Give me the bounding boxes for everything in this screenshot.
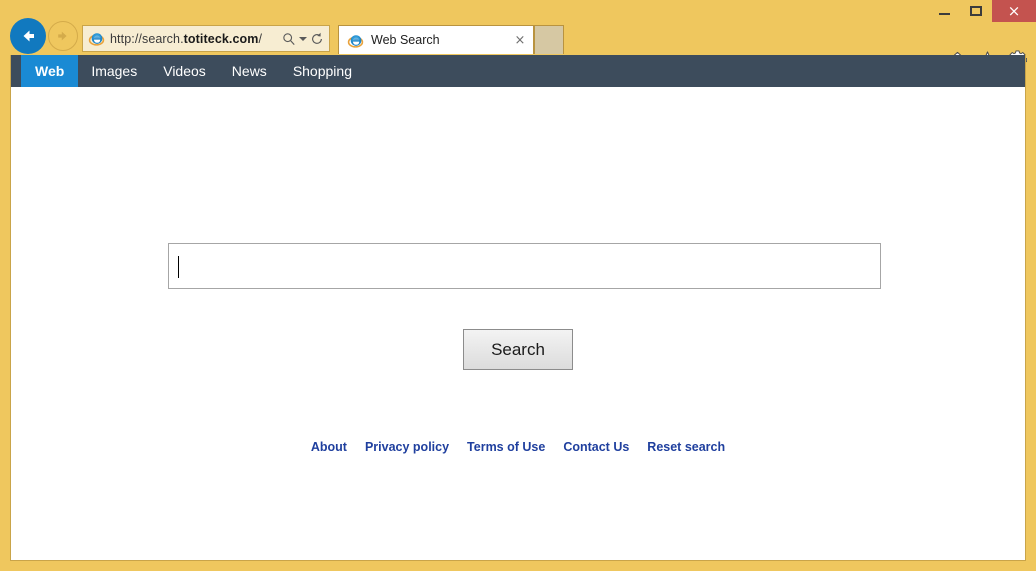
site-nav-item-shopping[interactable]: Shopping [280,55,365,87]
footer-link-reset-search[interactable]: Reset search [647,440,725,454]
site-nav-label: Images [91,63,138,79]
browser-toolbar: http://search.totiteck.com/ Web Search × [0,18,1036,69]
search-button[interactable]: Search [463,329,573,370]
tab-close-icon[interactable]: × [513,33,527,48]
chevron-down-icon [299,36,307,41]
search-input-container[interactable] [168,243,881,289]
ie-logo-icon [88,33,105,46]
address-scheme: http://search. [110,31,184,46]
site-nav-item-web[interactable]: Web [21,55,79,87]
minimize-button[interactable] [928,0,960,22]
site-nav-label: Web [35,63,65,79]
address-domain: totiteck.com [183,31,259,46]
address-dropdown-button[interactable] [297,28,309,50]
footer-link-terms-of-use[interactable]: Terms of Use [467,440,545,454]
footer-link-about[interactable]: About [311,440,347,454]
text-cursor [178,256,179,278]
site-nav-label: News [231,63,267,79]
site-navigation-bar: Web Images Videos News Shopping [11,55,1025,87]
maximize-button[interactable] [960,0,992,22]
footer-link-contact-us[interactable]: Contact Us [563,440,629,454]
address-text: http://search.totiteck.com/ [110,32,281,46]
search-input[interactable] [179,257,870,275]
site-nav-item-images[interactable]: Images [78,55,150,87]
tab-favicon-ie-icon [347,34,364,48]
magnifier-icon [283,32,295,45]
address-bar[interactable]: http://search.totiteck.com/ [82,25,330,52]
site-nav-label: Videos [163,63,206,79]
new-tab-button[interactable] [534,25,564,54]
window-controls: × [928,0,1036,22]
search-page-body: Search About Privacy policy Terms of Use… [11,87,1025,560]
browser-window: × http://search.totiteck.com/ Web Search… [0,0,1036,571]
address-search-icon[interactable] [281,28,297,50]
minimize-icon [938,13,950,15]
footer-links: About Privacy policy Terms of Use Contac… [11,440,1025,454]
forward-arrow-icon [58,31,67,41]
close-icon: × [1007,1,1021,20]
close-button[interactable]: × [992,0,1036,22]
address-path: / [258,31,263,46]
maximize-icon [970,6,982,16]
site-nav-item-videos[interactable]: Videos [150,55,219,87]
page-content-frame: Web Images Videos News Shopping Search A… [10,55,1026,561]
back-arrow-icon [23,30,34,42]
site-nav-label: Shopping [292,63,352,79]
tab-web-search[interactable]: Web Search × [338,25,534,54]
tab-strip: Web Search × [338,25,564,54]
footer-link-privacy-policy[interactable]: Privacy policy [365,440,449,454]
refresh-icon [312,32,322,44]
back-button[interactable] [10,18,46,54]
navigation-buttons [10,18,78,54]
site-nav-item-news[interactable]: News [219,55,280,87]
refresh-button[interactable] [309,28,325,50]
forward-button[interactable] [48,21,78,51]
tab-title: Web Search [371,33,440,47]
